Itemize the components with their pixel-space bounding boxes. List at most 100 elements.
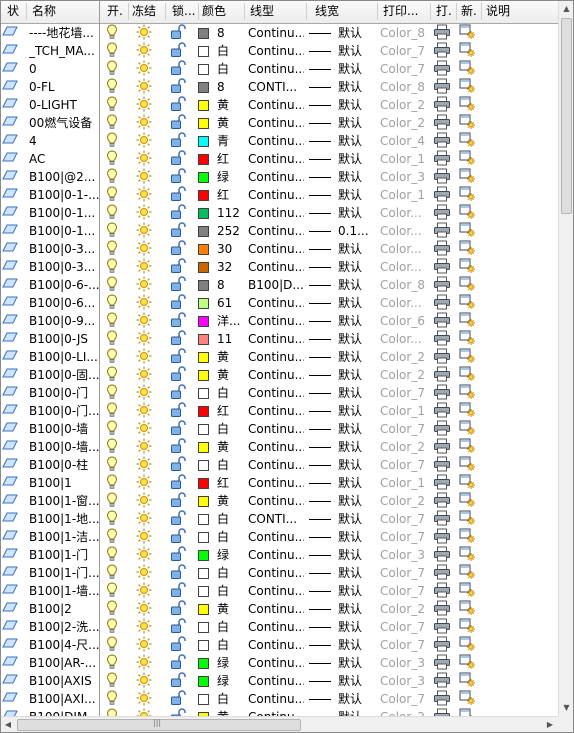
sun-icon[interactable]: [136, 438, 152, 456]
table-row[interactable]: B100|0-3... 32 Continu... 默认 Color...: [0, 258, 558, 276]
layer-linetype[interactable]: Continu...: [248, 366, 304, 384]
layer-color[interactable]: 白: [198, 618, 242, 636]
layer-linetype[interactable]: Continu...: [248, 132, 304, 150]
header-divider[interactable]: [430, 3, 431, 20]
layer-status-icon[interactable]: [2, 204, 20, 222]
new-vp-freeze-icon[interactable]: [459, 456, 477, 474]
layer-name[interactable]: B100|0-6...: [29, 294, 99, 312]
layer-color[interactable]: 32: [198, 258, 242, 276]
lightbulb-icon[interactable]: [106, 24, 122, 42]
layer-color[interactable]: 绿: [198, 654, 242, 672]
layer-color[interactable]: 白: [198, 582, 242, 600]
layer-linetype[interactable]: Continu...: [248, 546, 304, 564]
layer-status-icon[interactable]: [2, 600, 20, 618]
layer-lineweight[interactable]: 默认: [309, 492, 369, 510]
printer-icon[interactable]: [433, 276, 451, 294]
new-vp-freeze-icon[interactable]: [459, 528, 477, 546]
layer-color[interactable]: 白: [198, 690, 242, 708]
header-divider[interactable]: [377, 3, 378, 20]
layer-status-icon[interactable]: [2, 474, 20, 492]
new-vp-freeze-icon[interactable]: [459, 330, 477, 348]
unlock-icon[interactable]: [170, 168, 188, 186]
layer-lineweight[interactable]: 默认: [309, 636, 369, 654]
new-vp-freeze-icon[interactable]: [459, 222, 477, 240]
layer-name[interactable]: B100|0-墙...: [29, 438, 99, 456]
layer-name[interactable]: B100|1-墙...: [29, 582, 99, 600]
layer-status-icon[interactable]: [2, 690, 20, 708]
printer-icon[interactable]: [433, 330, 451, 348]
layer-lineweight[interactable]: 默认: [309, 132, 369, 150]
unlock-icon[interactable]: [170, 42, 188, 60]
layer-status-icon[interactable]: [2, 420, 20, 438]
layer-lineweight[interactable]: 默认: [309, 510, 369, 528]
layer-lineweight[interactable]: 默认: [309, 546, 369, 564]
lightbulb-icon[interactable]: [106, 690, 122, 708]
sun-icon[interactable]: [136, 168, 152, 186]
unlock-icon[interactable]: [170, 474, 188, 492]
sun-icon[interactable]: [136, 456, 152, 474]
layer-color[interactable]: 白: [198, 384, 242, 402]
layer-name[interactable]: B100|1-洁...: [29, 528, 99, 546]
layer-linetype[interactable]: Continu...: [248, 222, 304, 240]
table-row[interactable]: B100|0-1... 252 Continu... 0.1... Color...: [0, 222, 558, 240]
layer-lineweight[interactable]: 0.1...: [309, 222, 369, 240]
layer-name[interactable]: B100|0-9...: [29, 312, 99, 330]
layer-status-icon[interactable]: [2, 312, 20, 330]
unlock-icon[interactable]: [170, 420, 188, 438]
sun-icon[interactable]: [136, 132, 152, 150]
printer-icon[interactable]: [433, 240, 451, 258]
unlock-icon[interactable]: [170, 618, 188, 636]
layer-lineweight[interactable]: 默认: [309, 582, 369, 600]
lightbulb-icon[interactable]: [106, 420, 122, 438]
layer-color[interactable]: 8: [198, 276, 242, 294]
sun-icon[interactable]: [136, 366, 152, 384]
lightbulb-icon[interactable]: [106, 438, 122, 456]
scroll-down-arrow-icon[interactable]: ▼: [559, 699, 574, 716]
layer-lineweight[interactable]: 默认: [309, 186, 369, 204]
scroll-left-arrow-icon[interactable]: ◀: [0, 717, 16, 733]
unlock-icon[interactable]: [170, 672, 188, 690]
lightbulb-icon[interactable]: [106, 456, 122, 474]
new-vp-freeze-icon[interactable]: [459, 636, 477, 654]
column-header-lock[interactable]: 锁...: [169, 0, 199, 23]
table-row[interactable]: B100|1-洁... 白 Continu... 默认 Color_7: [0, 528, 558, 546]
printer-icon[interactable]: [433, 222, 451, 240]
sun-icon[interactable]: [136, 60, 152, 78]
sun-icon[interactable]: [136, 96, 152, 114]
layer-status-icon[interactable]: [2, 168, 20, 186]
unlock-icon[interactable]: [170, 636, 188, 654]
new-vp-freeze-icon[interactable]: [459, 384, 477, 402]
layer-lineweight[interactable]: 默认: [309, 438, 369, 456]
layer-lineweight[interactable]: 默认: [309, 42, 369, 60]
layer-color[interactable]: 红: [198, 402, 242, 420]
layer-color[interactable]: 绿: [198, 672, 242, 690]
layer-color[interactable]: 绿: [198, 168, 242, 186]
layer-linetype[interactable]: Continu...: [248, 186, 304, 204]
lightbulb-icon[interactable]: [106, 564, 122, 582]
unlock-icon[interactable]: [170, 402, 188, 420]
printer-icon[interactable]: [433, 60, 451, 78]
layer-color[interactable]: 白: [198, 420, 242, 438]
layer-lineweight[interactable]: 默认: [309, 474, 369, 492]
layer-lineweight[interactable]: 默认: [309, 348, 369, 366]
layer-name[interactable]: B100|AXI...: [29, 690, 99, 708]
sun-icon[interactable]: [136, 654, 152, 672]
table-row[interactable]: B100|1-门 绿 Continu... 默认 Color_3: [0, 546, 558, 564]
lightbulb-icon[interactable]: [106, 492, 122, 510]
layer-name[interactable]: B100|0-3...: [29, 258, 99, 276]
unlock-icon[interactable]: [170, 78, 188, 96]
table-row[interactable]: 0-FL 8 CONTI... 默认 Color_8: [0, 78, 558, 96]
lightbulb-icon[interactable]: [106, 60, 122, 78]
new-vp-freeze-icon[interactable]: [459, 240, 477, 258]
layer-color[interactable]: 红: [198, 150, 242, 168]
unlock-icon[interactable]: [170, 690, 188, 708]
layer-lineweight[interactable]: 默认: [309, 690, 369, 708]
lightbulb-icon[interactable]: [106, 600, 122, 618]
layer-name[interactable]: B100|1: [29, 474, 99, 492]
sun-icon[interactable]: [136, 528, 152, 546]
printer-icon[interactable]: [433, 528, 451, 546]
new-vp-freeze-icon[interactable]: [459, 258, 477, 276]
table-row[interactable]: B100|1-墙... 白 Continu... 默认 Color_7: [0, 582, 558, 600]
layer-linetype[interactable]: Continu...: [248, 330, 304, 348]
layer-linetype[interactable]: Continu...: [248, 240, 304, 258]
